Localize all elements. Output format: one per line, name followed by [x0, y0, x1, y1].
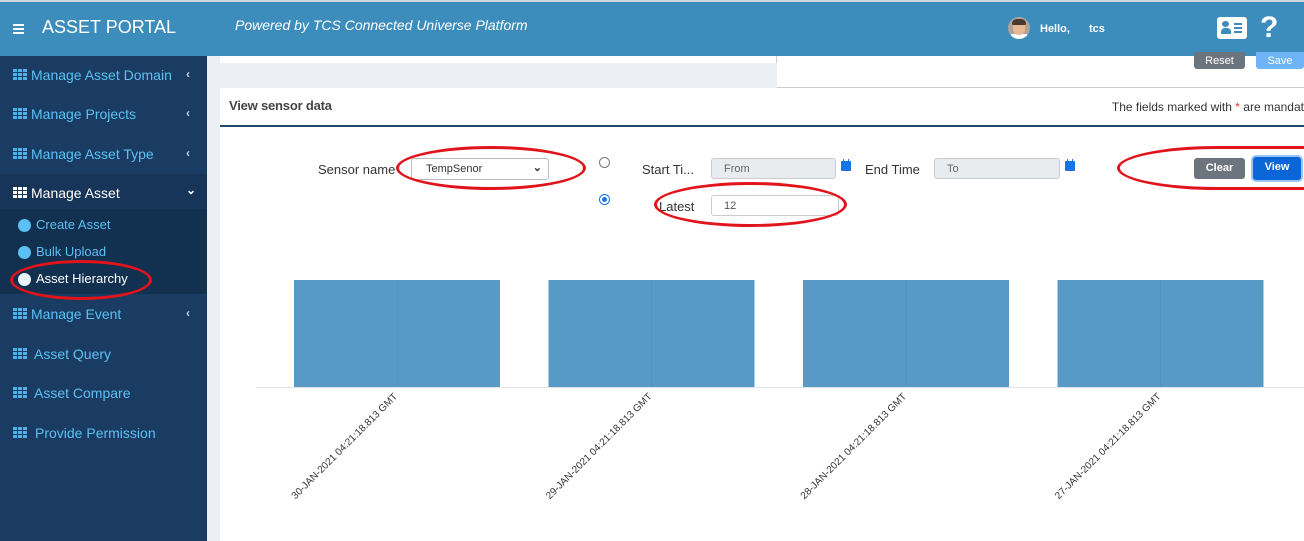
grid-icon [13, 108, 27, 119]
chevron-left-icon: ‹ [186, 306, 190, 320]
menu-icon[interactable] [13, 24, 24, 34]
chevron-left-icon: ‹ [186, 146, 190, 160]
chevron-left-icon: ‹ [186, 67, 190, 81]
reset-button[interactable]: Reset [1194, 52, 1245, 69]
chevron-down-icon: ⌄ [186, 183, 197, 197]
sidebar-item-manage-asset-domain[interactable]: Manage Asset Domain ‹ [0, 56, 207, 96]
save-button[interactable]: Save [1256, 52, 1304, 69]
grid-icon [13, 427, 27, 438]
sidebar-item-label: Manage Projects [31, 106, 137, 122]
sidebar-item-asset-query[interactable]: Asset Query [0, 334, 207, 374]
grid-icon [13, 348, 27, 359]
powered-by-text: Powered by TCS Connected Universe Platfo… [235, 17, 528, 33]
circle-icon [18, 246, 31, 259]
help-icon[interactable]: ? [1260, 11, 1278, 45]
submenu-item-label: Bulk Upload [36, 244, 107, 259]
sensor-bar-chart: 30-JAN-2021 04:21:18.813 GMT 29-JAN-2021 … [257, 280, 1304, 502]
sidebar: Manage Asset Domain ‹ Manage Projects ‹ … [0, 56, 207, 541]
chevron-left-icon: ‹ [186, 106, 190, 120]
sidebar-item-manage-event[interactable]: Manage Event ‹ [0, 294, 207, 334]
sidebar-item-provide-permission[interactable]: Provide Permission [0, 413, 207, 453]
sidebar-item-label: Manage Asset Type [31, 146, 154, 162]
previous-panel [220, 56, 777, 63]
circle-icon [18, 273, 31, 286]
sidebar-item-label: Manage Asset [31, 185, 120, 201]
view-sensor-data-panel: View sensor data The fields marked with … [220, 88, 1304, 541]
sidebar-item-label: Manage Asset Domain [31, 67, 172, 83]
submenu-item-create-asset[interactable]: Create Asset [0, 213, 207, 239]
manage-asset-submenu: Create Asset Bulk Upload Asset Hierarchy [0, 209, 207, 294]
greeting-text: Hello, [1040, 23, 1070, 35]
grid-icon [13, 187, 27, 198]
sidebar-item-label: Manage Event [31, 306, 122, 322]
submenu-item-label: Asset Hierarchy [36, 271, 128, 286]
top-header: ASSET PORTAL Powered by TCS Connected Un… [0, 0, 1304, 56]
sidebar-item-label: Asset Query [34, 346, 112, 362]
main-content: Reset Save View sensor data The fields m… [207, 52, 1304, 541]
submenu-item-label: Create Asset [36, 217, 111, 232]
sidebar-item-asset-compare[interactable]: Asset Compare [0, 373, 207, 413]
grid-icon [13, 387, 27, 398]
submenu-item-bulk-upload[interactable]: Bulk Upload [0, 240, 207, 266]
submenu-item-asset-hierarchy[interactable]: Asset Hierarchy [0, 267, 207, 293]
x-tick-label: 30-JAN-2021 04:21:18.813 GMT [290, 391, 400, 501]
sidebar-item-label: Provide Permission [35, 425, 156, 441]
circle-icon [18, 219, 31, 232]
x-tick-label: 28-JAN-2021 04:21:18.813 GMT [799, 391, 909, 501]
user-avatar[interactable] [1008, 17, 1030, 39]
x-tick-label: 29-JAN-2021 04:21:18.813 GMT [544, 391, 654, 501]
username-text[interactable]: tcs [1089, 23, 1105, 35]
sidebar-item-manage-asset[interactable]: Manage Asset ⌄ [0, 174, 207, 209]
x-tick-label: 27-JAN-2021 04:21:18.813 GMT [1053, 391, 1163, 501]
sidebar-item-label: Asset Compare [34, 385, 131, 401]
sidebar-item-manage-asset-type[interactable]: Manage Asset Type ‹ [0, 134, 207, 174]
grid-icon [13, 69, 27, 80]
grid-icon [13, 148, 27, 159]
sidebar-item-manage-projects[interactable]: Manage Projects ‹ [0, 94, 207, 134]
app-title: ASSET PORTAL [42, 17, 177, 37]
id-card-icon[interactable] [1217, 17, 1247, 39]
grid-icon [13, 308, 27, 319]
